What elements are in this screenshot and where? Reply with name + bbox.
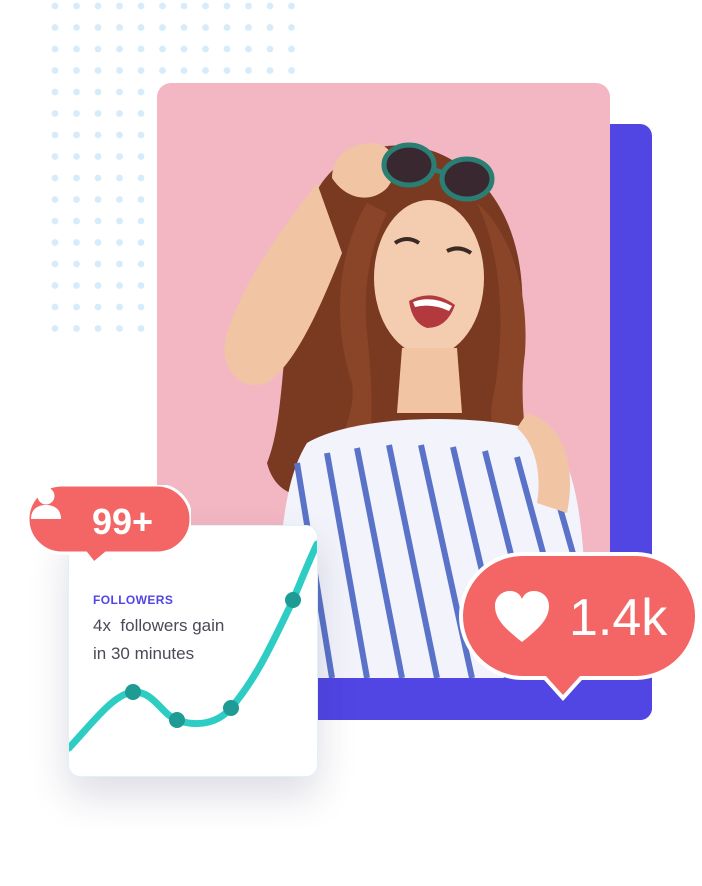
user-icon bbox=[31, 487, 61, 519]
hero-illustration: FOLLOWERS 4x followers gain in 30 minute… bbox=[0, 0, 702, 886]
followers-badge: 99+ bbox=[28, 485, 191, 563]
followers-label: FOLLOWERS bbox=[93, 593, 174, 607]
followers-description: 4x followers gain in 30 minutes bbox=[93, 612, 293, 668]
followers-description-line: 4x followers gain bbox=[93, 616, 225, 635]
curve-point bbox=[285, 592, 301, 608]
followers-count: 99+ bbox=[92, 501, 154, 542]
curve-point bbox=[169, 712, 185, 728]
likes-count: 1.4k bbox=[569, 589, 668, 647]
curve-point bbox=[125, 684, 141, 700]
curve-point bbox=[223, 700, 239, 716]
likes-badge: 1.4k bbox=[459, 552, 699, 704]
followers-description-line: in 30 minutes bbox=[93, 644, 195, 663]
heart-icon bbox=[495, 591, 549, 642]
